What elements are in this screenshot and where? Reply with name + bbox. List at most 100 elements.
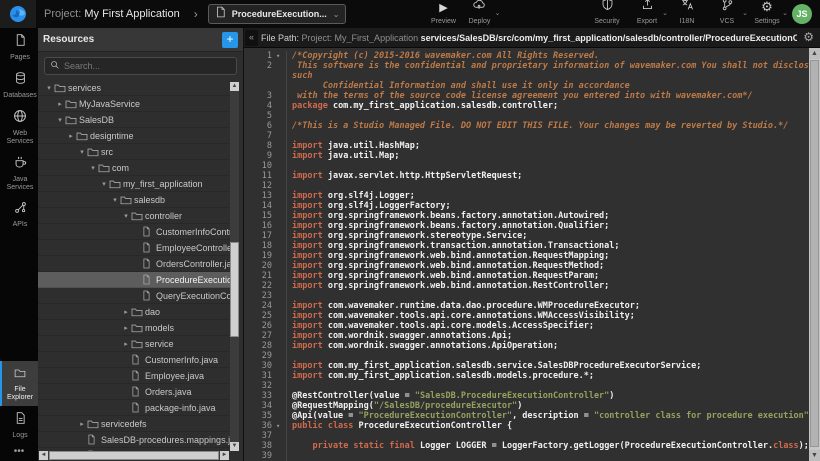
code-line: 35@Api(value = "ProcedureExecutionContro… [244,411,820,421]
sidebar-item-web-services[interactable]: Web Services [0,104,38,150]
resources-title: Resources [43,34,222,45]
globe-icon [13,109,27,128]
tree-folder-row[interactable]: ▾com [38,160,230,176]
chevron-down-icon[interactable]: ⌄ [662,9,668,17]
tree-folder-row[interactable]: ▸service [38,336,230,352]
tree-file-row[interactable]: Employee.java [38,368,230,384]
sidebar-item-file-explorer[interactable]: File Explorer [0,361,38,406]
code-text: import com.my_first_application.salesdb.… [286,361,820,371]
chevron-down-icon[interactable]: ⌄ [782,9,788,17]
tree-horizontal-scrollbar[interactable]: ◄ ► [39,451,229,460]
collapse-arrow-icon[interactable]: ▾ [44,84,54,92]
tree-file-row[interactable]: SalesDB-procedures.mappings.json [38,432,230,448]
collapse-arrow-icon[interactable]: ▾ [99,180,109,188]
tree-node-label: my_first_application [123,179,203,189]
tree-file-row[interactable]: Orders.java [38,384,230,400]
tree-folder-row[interactable]: ▸models [38,320,230,336]
collapse-arrow-icon[interactable]: ▾ [55,116,65,124]
expand-arrow-icon[interactable]: ▸ [121,308,131,316]
vcs-button[interactable]: VCS⌄ [714,3,740,25]
sidebar-more-button[interactable]: ••• [0,444,38,461]
scroll-up-arrow[interactable]: ▲ [230,82,239,91]
tree-folder-row[interactable]: ▸dao [38,304,230,320]
tree-file-row[interactable]: CustomerInfoController.java [38,224,230,240]
scrollbar-thumb[interactable] [49,451,219,460]
code-text: public class ProcedureExecutionControlle… [286,421,820,431]
scroll-up-arrow[interactable]: ▲ [809,48,820,59]
tree-folder-row[interactable]: ▾salesdb [38,192,230,208]
scroll-right-arrow[interactable]: ► [220,451,229,460]
scrollbar-thumb[interactable] [810,60,819,447]
expand-arrow-icon[interactable]: ▸ [66,132,76,140]
scroll-down-arrow[interactable]: ▼ [230,442,239,451]
tree-folder-row[interactable]: ▾ my_first_application [38,176,230,192]
tree-file-row[interactable]: EmployeeController.java [38,240,230,256]
settings-button[interactable]: ⚙Settings⌄ [754,3,780,25]
security-button[interactable]: Security [594,3,620,25]
user-avatar[interactable]: JS [792,4,812,24]
tree-file-row[interactable]: QueryExecutionController.java [38,288,230,304]
fold-gutter [274,141,286,151]
tree-file-row[interactable]: ProcedureExecutionController.java [38,272,230,288]
tree-vertical-scrollbar[interactable]: ▲ ▼ [230,82,239,451]
tree-folder-row[interactable]: ▾src [38,144,230,160]
code-text: /*This is a Studio Managed File. DO NOT … [286,121,820,131]
fold-marker-icon[interactable]: ▾ [274,51,286,61]
expand-arrow-icon[interactable]: ▸ [55,100,65,108]
sidebar-item-databases[interactable]: Databases [0,66,38,104]
tree-file-row[interactable]: OrdersController.java [38,256,230,272]
fold-gutter [274,61,286,91]
scrollbar-thumb[interactable] [230,242,239,337]
fold-gutter [274,291,286,301]
i18n-button[interactable]: I18N [674,3,700,25]
scroll-left-arrow[interactable]: ◄ [39,451,48,460]
scroll-down-arrow[interactable]: ▼ [809,450,820,461]
tree-file-row[interactable]: package-info.java [38,400,230,416]
tree-file-row[interactable]: CustomerInfo.java [38,352,230,368]
code-text: import com.wordnik.swagger.annotations.A… [286,331,820,341]
expand-arrow-icon[interactable]: ▸ [121,324,131,332]
code-area[interactable]: 1▾/*Copyright (c) 2015-2016 wavemaker.co… [244,48,820,461]
tree-folder-row[interactable]: ▸MyJavaService [38,96,230,112]
tree-folder-row[interactable]: ▸designtime [38,128,230,144]
sidebar-item-apis[interactable]: APIs [0,196,38,233]
sidebar-item-logs[interactable]: Logs [0,406,38,444]
collapse-arrow-icon[interactable]: ▾ [88,164,98,172]
editor-settings-gear-icon[interactable]: ⚙ [803,31,814,44]
api-icon [14,201,27,219]
tree-node-label: services [68,83,101,93]
expand-arrow-icon[interactable]: ▸ [121,340,131,348]
open-file-tab[interactable]: ProcedureExecution... ⌄ [208,4,347,24]
search-icon [50,57,60,75]
sidebar-item-java-services[interactable]: Java Services [0,150,38,196]
wavemaker-logo[interactable] [0,0,36,28]
code-line: 18import org.springframework.transaction… [244,241,820,251]
project-label: Project: [44,8,81,20]
export-label: Export [637,18,657,25]
collapse-arrow-icon[interactable]: ▾ [121,212,131,220]
tree-folder-row[interactable]: ▾SalesDB [38,112,230,128]
fold-marker-icon[interactable]: ▾ [274,421,286,431]
file-icon [131,370,145,382]
code-line: 10 [244,161,820,171]
collapse-arrow-icon[interactable]: ▾ [110,196,120,204]
line-number: 28 [244,341,274,351]
chevron-down-icon[interactable]: ⌄ [742,9,748,17]
sidebar-item-pages[interactable]: Pages [0,28,38,66]
export-icon [641,0,654,16]
add-resource-button[interactable]: + [222,32,238,48]
tree-folder-row[interactable]: ▾controller [38,208,230,224]
collapse-arrow-icon[interactable]: ▾ [77,148,87,156]
chevron-down-icon[interactable]: ⌄ [495,9,501,17]
editor-vertical-scrollbar[interactable]: ▲ ▼ [809,48,820,461]
code-line: 15import org.springframework.beans.facto… [244,211,820,221]
tree-folder-row[interactable]: ▸servicedefs [38,416,230,432]
export-button[interactable]: Export⌄ [634,3,660,25]
search-input[interactable] [64,61,231,71]
deploy-button[interactable]: Deploy⌄ [466,3,492,25]
chevron-down-icon[interactable]: ⌄ [333,10,340,19]
preview-button[interactable]: ▶Preview [430,3,456,25]
tree-folder-row[interactable]: ▾ services [38,80,230,96]
expand-arrow-icon[interactable]: ▸ [77,420,87,428]
collapse-panel-button[interactable]: « [245,30,258,46]
